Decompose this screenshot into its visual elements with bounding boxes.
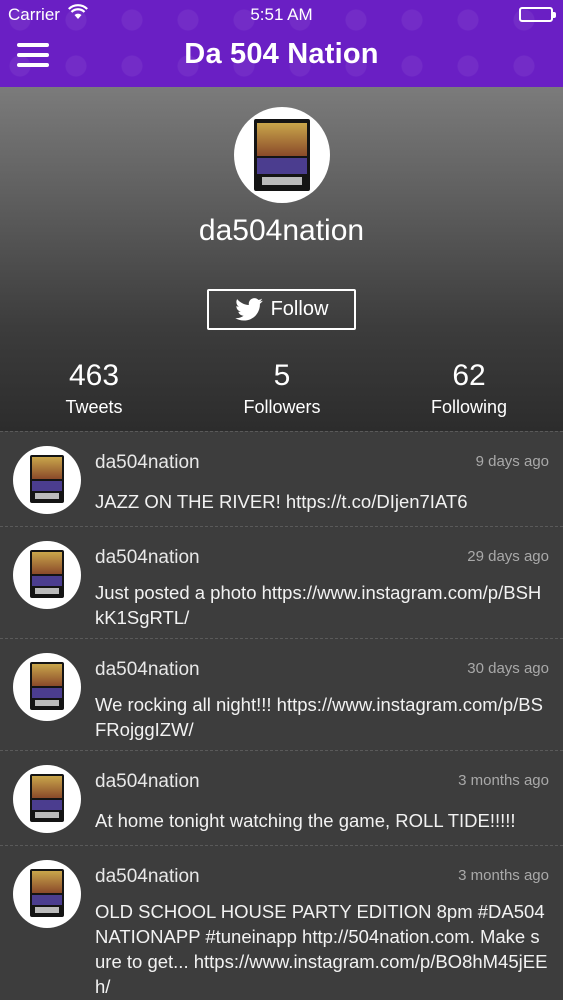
tweet-item[interactable]: da504nation 9 days ago JAZZ ON THE RIVER… [0, 431, 563, 526]
tweet-username: da504nation [95, 659, 200, 680]
tweet-username: da504nation [95, 547, 200, 568]
tweet-timestamp: 3 months ago [458, 772, 549, 789]
tweet-timestamp: 30 days ago [467, 660, 549, 677]
tweet-username: da504nation [95, 452, 200, 473]
stat-followers[interactable]: 5 Followers [188, 359, 376, 418]
followers-count: 5 [273, 359, 291, 392]
tweet-avatar [13, 653, 81, 721]
following-label: Following [430, 397, 508, 417]
stat-tweets[interactable]: 463 Tweets [0, 359, 188, 418]
tweet-avatar [13, 765, 81, 833]
tweet-text: Just posted a photo https://www.instagra… [95, 582, 542, 628]
tweet-text: OLD SCHOOL HOUSE PARTY EDITION 8pm #DA50… [95, 901, 548, 997]
status-time: 5:51 AM [250, 5, 313, 24]
tweet-avatar [13, 541, 81, 609]
tweet-text: At home tonight watching the game, ROLL … [95, 810, 516, 831]
twitter-bird-icon [234, 298, 263, 321]
follow-label: Follow [270, 298, 329, 320]
tweets-count: 463 [68, 359, 120, 392]
tweet-avatar [13, 860, 81, 928]
top-bar: Carrier 5:51 AM Da 504 Nation [0, 0, 563, 87]
tweets-label: Tweets [65, 397, 123, 417]
followers-label: Followers [243, 397, 321, 417]
tweet-timestamp: 29 days ago [467, 548, 549, 565]
tweet-item[interactable]: da504nation 3 months ago At home tonight… [0, 750, 563, 845]
avatar-poster-image [254, 119, 310, 191]
battery-icon [519, 7, 556, 22]
app-title: Da 504 Nation [184, 38, 379, 70]
tweet-timestamp: 9 days ago [475, 453, 549, 470]
tweet-timestamp: 3 months ago [458, 867, 549, 884]
profile-avatar [234, 107, 330, 203]
stat-following[interactable]: 62 Following [375, 359, 563, 418]
following-count: 62 [452, 359, 486, 392]
status-bar: Carrier 5:51 AM [0, 0, 563, 30]
tweet-username: da504nation [95, 771, 200, 792]
tweet-username: da504nation [95, 866, 200, 887]
profile-username: da504nation [198, 214, 365, 247]
tweet-text: JAZZ ON THE RIVER! https://t.co/DIjen7IA… [95, 491, 468, 512]
tweet-item[interactable]: da504nation 29 days ago Just posted a ph… [0, 526, 563, 638]
follow-button[interactable]: Follow [207, 289, 356, 330]
tweet-item[interactable]: da504nation 30 days ago We rocking all n… [0, 638, 563, 750]
tweet-avatar [13, 446, 81, 514]
profile-header: da504nation Follow 463 Tweets 5 Follower… [0, 87, 563, 431]
tweet-text: We rocking all night!!! https://www.inst… [95, 694, 543, 740]
tweet-item[interactable]: da504nation 3 months ago OLD SCHOOL HOUS… [0, 845, 563, 1000]
